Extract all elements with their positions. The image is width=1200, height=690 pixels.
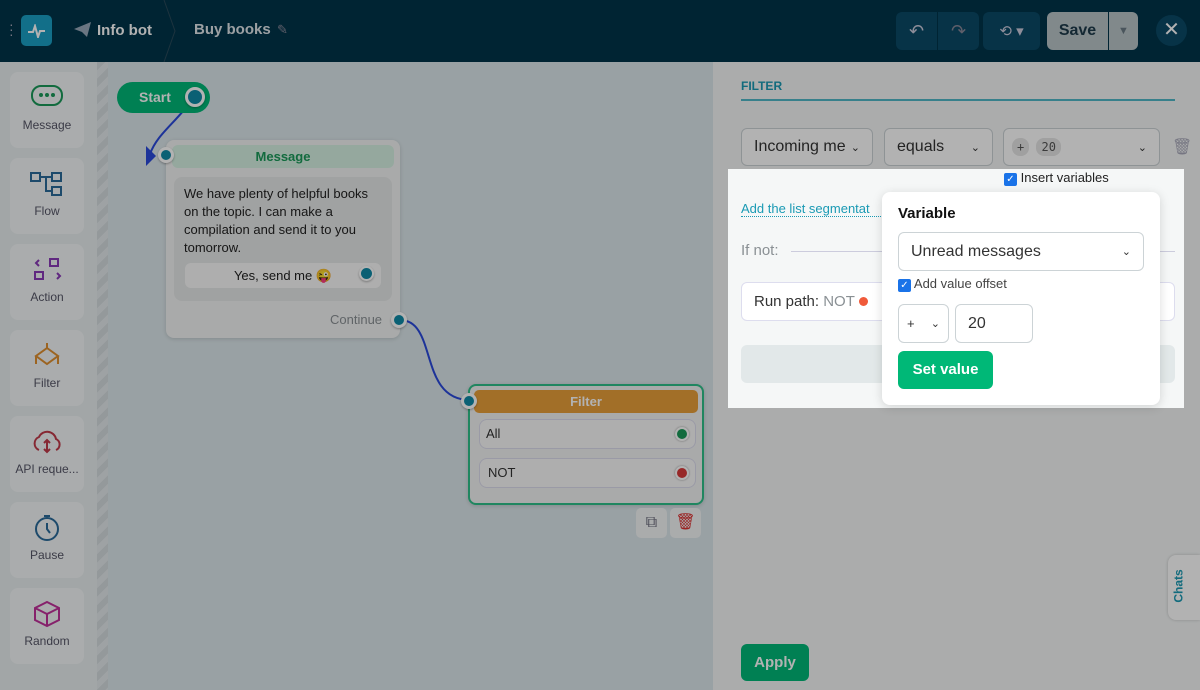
message-icon	[31, 85, 63, 106]
close-button[interactable]: ✕	[1156, 15, 1187, 46]
value-select[interactable]: + 20 ⌄	[1003, 128, 1160, 166]
field-select[interactable]: Incoming me ⌄	[741, 128, 873, 166]
bot-name[interactable]: Info bot	[97, 22, 152, 39]
sidebar-item-message[interactable]: Message	[10, 72, 84, 148]
dice-icon	[34, 600, 60, 628]
offset-sign-select[interactable]: + ⌄	[898, 304, 949, 343]
node-title: Message	[172, 145, 394, 168]
operator-select[interactable]: equals ⌄	[884, 128, 993, 166]
variable-popover: Variable Unread messages ⌄ ✓ Add value of…	[882, 192, 1160, 405]
input-port[interactable]	[461, 393, 477, 409]
chats-tab[interactable]: Chats	[1168, 555, 1200, 620]
filter-icon	[34, 343, 60, 366]
continue-label: Continue	[330, 312, 383, 327]
path-all-port[interactable]	[675, 427, 689, 441]
menu-dots-icon[interactable]: · · ·	[9, 17, 14, 41]
add-list-link[interactable]: Add the list segmentat	[741, 201, 883, 217]
sidebar-item-api-request[interactable]: API reque...	[10, 416, 84, 492]
input-port[interactable]	[158, 147, 174, 163]
save-button[interactable]: Save	[1047, 12, 1108, 50]
timer-icon	[35, 515, 59, 541]
insert-variables-checkbox[interactable]: ✓ Insert variables	[1004, 170, 1109, 186]
message-node[interactable]: Message We have plenty of helpful books …	[158, 140, 407, 338]
sidebar-item-pause[interactable]: Pause	[10, 502, 84, 578]
reply-button[interactable]: Yes, send me 😜	[185, 263, 381, 288]
cloud-icon	[33, 430, 61, 454]
action-icon	[34, 258, 62, 280]
path-not[interactable]: NOT	[479, 458, 696, 488]
sidebar-item-random[interactable]: Random	[10, 588, 84, 664]
node-title: Filter	[474, 390, 698, 413]
delete-node-button[interactable]: 🗑	[670, 508, 701, 538]
continue-port[interactable]	[391, 312, 407, 328]
popover-title: Variable	[898, 205, 956, 222]
telegram-icon	[74, 22, 91, 42]
panel-title: FILTER	[741, 79, 783, 93]
palette-scrollbar[interactable]	[97, 62, 108, 690]
variable-select[interactable]: Unread messages ⌄	[898, 232, 1144, 271]
title-underline	[741, 99, 1175, 101]
trash-icon[interactable]: 🗑	[1172, 137, 1192, 157]
path-all[interactable]: All	[479, 419, 696, 449]
filter-node[interactable]: Filter All NOT	[461, 384, 704, 505]
undo-button[interactable]: ↶	[896, 12, 937, 50]
sidebar-item-filter[interactable]: Filter	[10, 330, 84, 406]
app-logo[interactable]	[21, 15, 52, 46]
history-button[interactable]: ⟲ ▾	[983, 12, 1040, 50]
not-dot	[858, 297, 868, 306]
block-palette: Message Flow Action Filter API reque... …	[0, 62, 97, 690]
path-not-port[interactable]	[675, 466, 689, 480]
breadcrumb-separator	[163, 0, 176, 62]
redo-button[interactable]: ↷	[938, 12, 979, 50]
flow-canvas[interactable]: Start Message We have plenty of helpful …	[108, 62, 713, 690]
button-port[interactable]	[359, 266, 374, 281]
set-value-button[interactable]: Set value	[898, 351, 993, 389]
offset-input[interactable]: 20	[955, 304, 1033, 343]
edit-icon[interactable]: ✎	[277, 22, 288, 38]
start-node[interactable]: Start	[117, 82, 210, 113]
apply-button[interactable]: Apply	[741, 644, 809, 681]
start-port[interactable]	[185, 87, 205, 107]
add-offset-checkbox[interactable]: ✓ Add value offset	[898, 276, 1007, 292]
duplicate-button[interactable]: ⧉	[636, 508, 667, 538]
flow-icon	[30, 172, 62, 196]
flow-name[interactable]: Buy books	[194, 21, 271, 38]
top-bar: · · · Info bot Buy books ✎ ↶ ↷ ⟲ ▾ Save ▼ …	[0, 0, 1200, 62]
if-not-label: If not:	[741, 242, 779, 259]
save-options-button[interactable]: ▼	[1109, 12, 1138, 50]
sidebar-item-flow[interactable]: Flow	[10, 158, 84, 234]
sidebar-item-action[interactable]: Action	[10, 244, 84, 320]
